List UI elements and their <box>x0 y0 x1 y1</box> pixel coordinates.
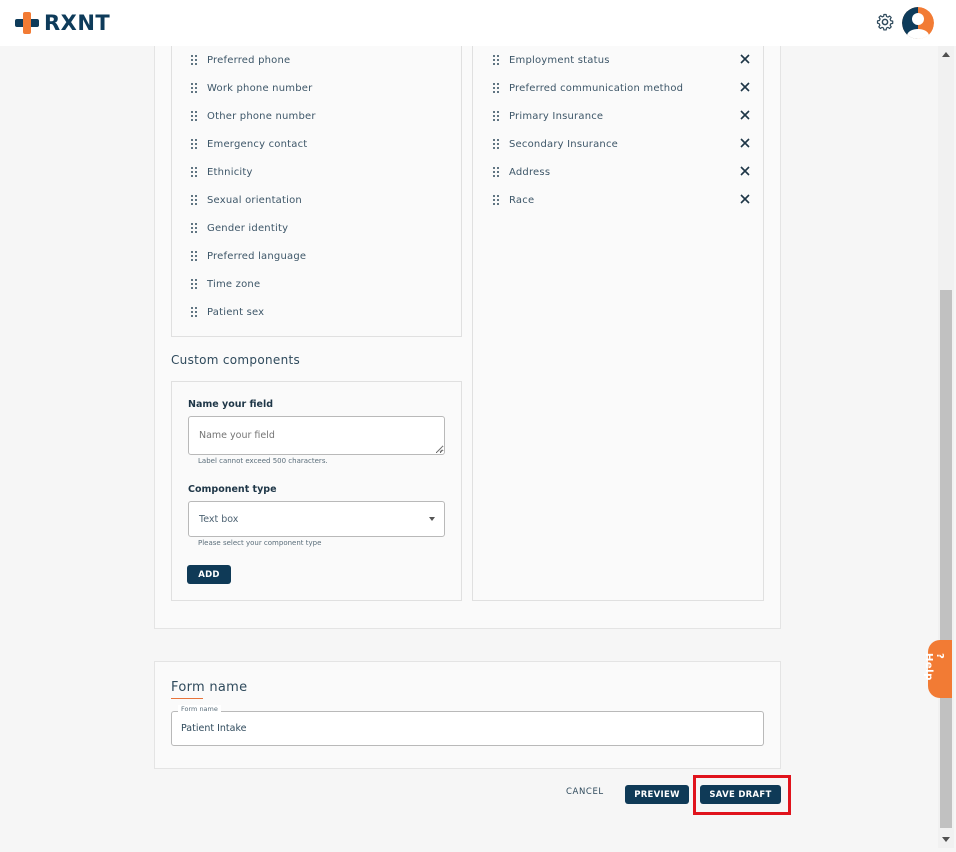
app-header: RXNT <box>0 0 956 46</box>
drag-handle-icon[interactable] <box>493 83 499 93</box>
close-icon[interactable] <box>740 110 750 120</box>
field-label: Primary Insurance <box>509 110 604 122</box>
rxnt-logo[interactable]: RXNT <box>14 11 110 35</box>
drag-handle-icon[interactable] <box>191 251 197 261</box>
field-label: Employment status <box>509 54 610 66</box>
gear-icon[interactable] <box>876 13 894 31</box>
field-item[interactable]: Preferred phone <box>191 52 290 68</box>
drag-handle-icon[interactable] <box>493 139 499 149</box>
field-label: Ethnicity <box>207 166 253 178</box>
field-item[interactable]: Other phone number <box>191 108 316 124</box>
close-icon[interactable] <box>740 54 750 64</box>
drag-handle-icon[interactable] <box>493 167 499 177</box>
component-type-select[interactable]: Text box <box>188 501 445 537</box>
component-type-value: Text box <box>199 514 239 525</box>
drag-handle-icon[interactable] <box>191 167 197 177</box>
field-label: Address <box>509 166 551 178</box>
highlight-annotation <box>693 775 791 815</box>
drag-handle-icon[interactable] <box>493 195 499 205</box>
drag-handle-icon[interactable] <box>191 223 197 233</box>
selected-field-item[interactable]: Preferred communication method <box>493 80 683 96</box>
name-field-input[interactable] <box>188 416 445 455</box>
scroll-down-icon[interactable] <box>942 837 950 842</box>
close-icon[interactable] <box>740 138 750 148</box>
form-name-value[interactable]: Patient Intake <box>181 723 246 734</box>
scroll-up-icon[interactable] <box>942 52 950 57</box>
field-item[interactable]: Preferred language <box>191 248 306 264</box>
drag-handle-icon[interactable] <box>191 279 197 289</box>
drag-handle-icon[interactable] <box>191 307 197 317</box>
heading-underline <box>171 698 203 699</box>
add-button[interactable]: ADD <box>187 565 231 584</box>
field-label: Race <box>509 194 535 206</box>
field-label: Secondary Insurance <box>509 138 619 150</box>
field-item[interactable]: Time zone <box>191 276 260 292</box>
field-label: Preferred communication method <box>509 82 684 94</box>
field-item[interactable]: Work phone number <box>191 80 312 96</box>
selected-field-item[interactable]: Race <box>493 192 534 208</box>
help-label: ? Help <box>923 653 945 681</box>
field-label: Gender identity <box>207 222 289 234</box>
field-item[interactable]: Emergency contact <box>191 136 307 152</box>
form-name-input[interactable] <box>171 711 764 746</box>
field-label: Time zone <box>207 278 261 290</box>
chevron-down-icon[interactable] <box>429 517 435 521</box>
close-icon[interactable] <box>740 194 750 204</box>
field-label: Emergency contact <box>207 138 308 150</box>
drag-handle-icon[interactable] <box>191 111 197 121</box>
field-item[interactable]: Ethnicity <box>191 164 253 180</box>
name-field-label: Name your field <box>188 399 274 410</box>
selected-field-item[interactable]: Secondary Insurance <box>493 136 618 152</box>
avatar[interactable] <box>902 7 934 39</box>
component-type-label: Component type <box>188 484 277 495</box>
drag-handle-icon[interactable] <box>493 55 499 65</box>
drag-handle-icon[interactable] <box>191 83 197 93</box>
form-name-legend: Form name <box>178 705 221 713</box>
selected-field-item[interactable]: Address <box>493 164 550 180</box>
resize-handle-icon[interactable] <box>436 446 443 453</box>
field-item[interactable]: Patient sex <box>191 304 264 320</box>
component-type-helper: Please select your component type <box>198 539 322 547</box>
brand-name: RXNT <box>44 11 111 35</box>
drag-handle-icon[interactable] <box>191 139 197 149</box>
field-item[interactable]: Gender identity <box>191 220 288 236</box>
drag-handle-icon[interactable] <box>493 111 499 121</box>
field-label: Other phone number <box>207 110 316 122</box>
field-label: Patient sex <box>207 306 265 318</box>
scroll-thumb[interactable] <box>940 290 952 828</box>
close-icon[interactable] <box>740 82 750 92</box>
field-label: Preferred language <box>207 250 307 262</box>
selected-fields-panel <box>472 46 764 601</box>
field-label: Preferred phone <box>207 54 291 66</box>
field-label: Sexual orientation <box>207 194 302 206</box>
logo-cross-icon <box>15 12 39 34</box>
cancel-button[interactable]: CANCEL <box>566 787 604 797</box>
field-label: Work phone number <box>207 82 313 94</box>
drag-handle-icon[interactable] <box>191 55 197 65</box>
vertical-scrollbar[interactable] <box>938 46 954 848</box>
custom-components-heading: Custom components <box>171 353 301 367</box>
form-name-heading: Form name <box>171 680 248 695</box>
close-icon[interactable] <box>740 166 750 176</box>
selected-field-item[interactable]: Employment status <box>493 52 610 68</box>
preview-button[interactable]: PREVIEW <box>625 785 689 804</box>
drag-handle-icon[interactable] <box>191 195 197 205</box>
name-field-helper: Label cannot exceed 500 characters. <box>198 457 328 465</box>
selected-field-item[interactable]: Primary Insurance <box>493 108 603 124</box>
field-item[interactable]: Sexual orientation <box>191 192 302 208</box>
